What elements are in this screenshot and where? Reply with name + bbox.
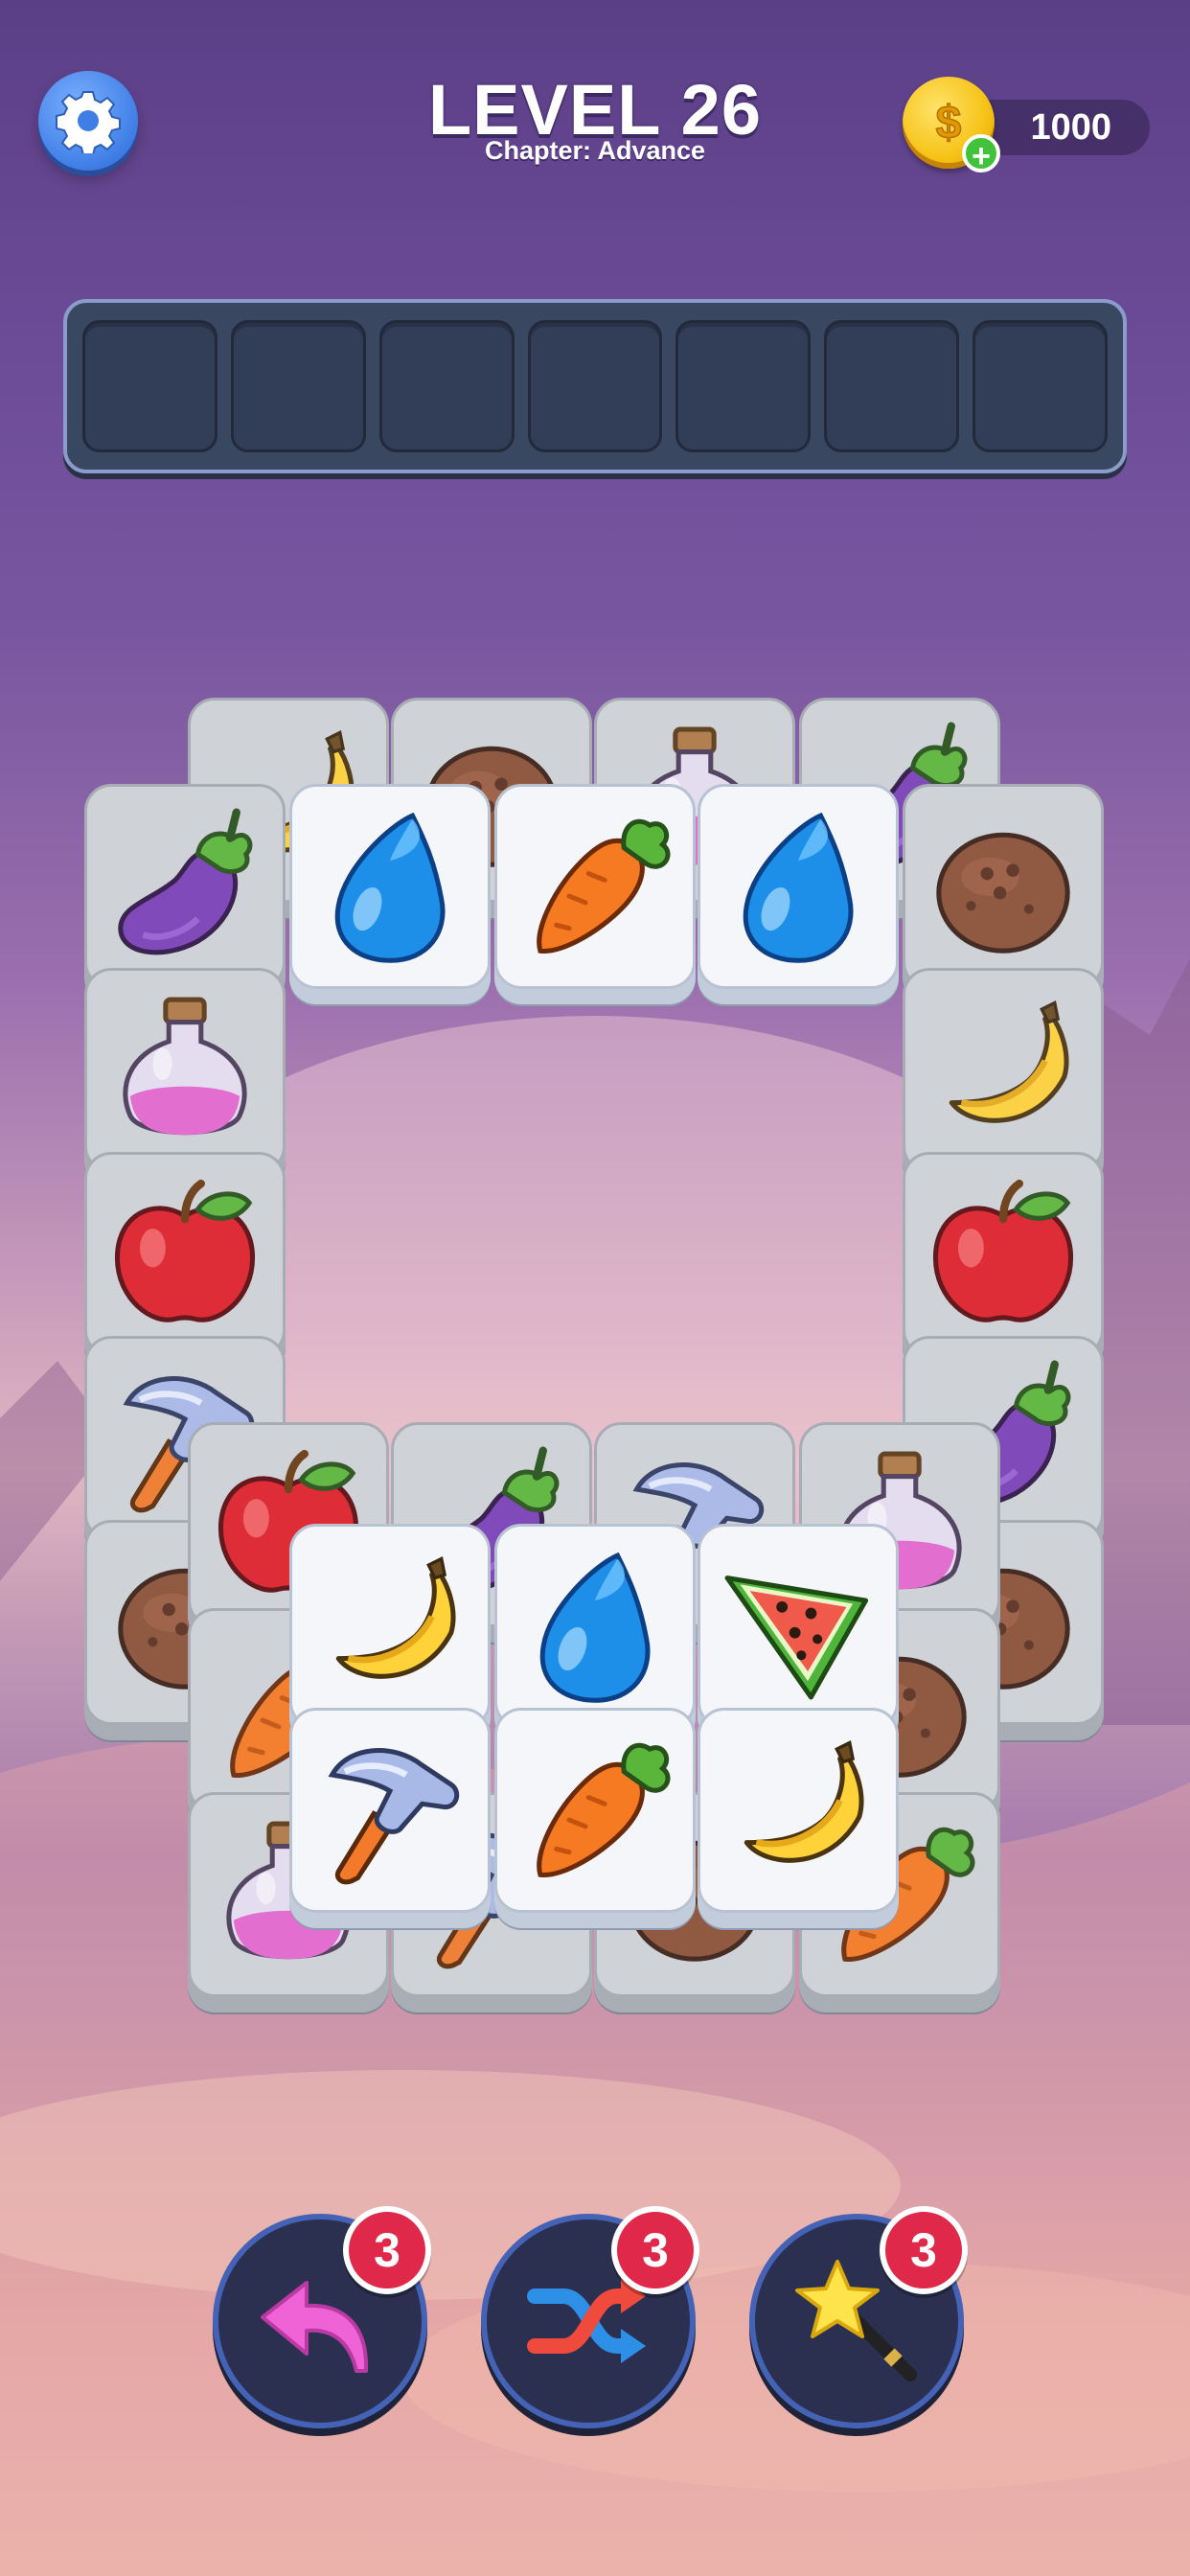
tile-apple (84, 1152, 286, 1357)
shuffle-count-badge: 3 (611, 2206, 699, 2294)
tile-board (0, 0, 1190, 2576)
banana-icon (335, 1555, 456, 1679)
carrot-icon (537, 1742, 671, 1877)
eggplant-icon (118, 808, 253, 955)
undo-count-badge: 3 (343, 2206, 431, 2294)
booster-bar: 3 3 3 (0, 2204, 1190, 2434)
magic-wand-count-badge: 3 (880, 2206, 968, 2294)
tile-water-drop[interactable] (698, 784, 899, 989)
tile-hammer[interactable] (289, 1708, 491, 1913)
carrot-icon (537, 818, 671, 954)
tile-carrot[interactable] (494, 1708, 696, 1913)
water-drop-icon (334, 812, 446, 963)
hammer-icon (328, 1748, 460, 1885)
tile-water-drop[interactable] (494, 1524, 696, 1729)
tile-banana (903, 968, 1104, 1173)
tile-carrot[interactable] (494, 784, 696, 989)
tile-banana[interactable] (289, 1524, 491, 1729)
tile-banana[interactable] (698, 1708, 899, 1913)
tile-coconut (903, 784, 1104, 989)
watermelon-icon (724, 1576, 869, 1700)
tile-watermelon[interactable] (698, 1524, 899, 1729)
tile-water-drop[interactable] (289, 784, 491, 989)
tile-apple (903, 1152, 1104, 1357)
coconut-icon (936, 832, 1070, 954)
magic-wand-button[interactable]: 3 (749, 2206, 968, 2428)
tile-eggplant (84, 784, 286, 989)
tile-potion (84, 968, 286, 1173)
water-drop-icon (539, 1552, 651, 1703)
banana-icon (949, 1000, 1069, 1123)
undo-button[interactable]: 3 (213, 2206, 431, 2428)
apple-icon (932, 1179, 1074, 1322)
potion-icon (123, 997, 247, 1136)
apple-icon (114, 1179, 256, 1322)
water-drop-icon (743, 812, 854, 963)
banana-icon (744, 1739, 864, 1863)
shuffle-button[interactable]: 3 (481, 2206, 699, 2428)
